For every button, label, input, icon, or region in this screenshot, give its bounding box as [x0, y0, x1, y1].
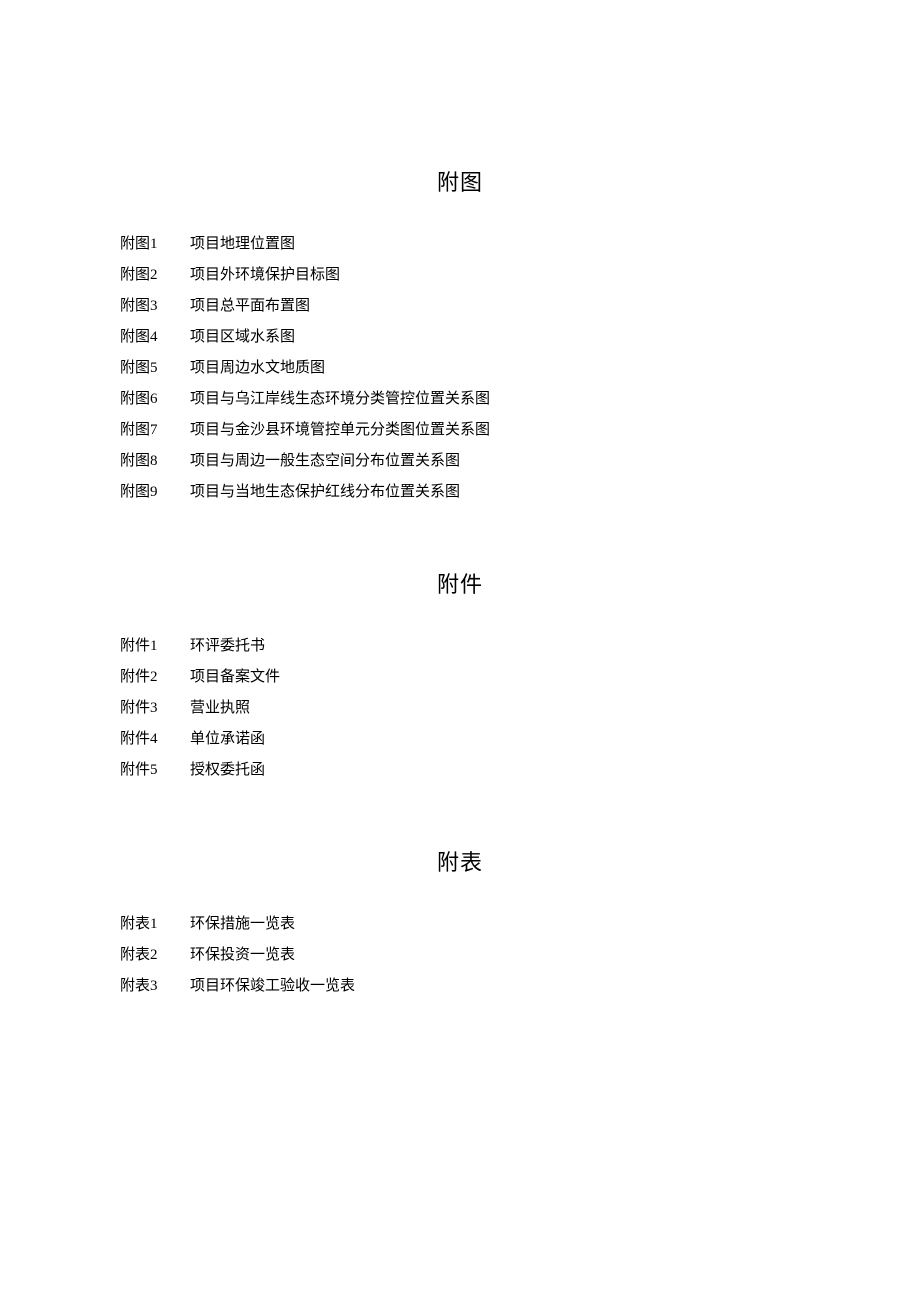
list-item: 附图7 项目与金沙县环境管控单元分类图位置关系图	[120, 415, 800, 445]
list-item: 附图9 项目与当地生态保护红线分布位置关系图	[120, 477, 800, 507]
item-label: 附图6	[120, 384, 190, 414]
item-description: 项目环保竣工验收一览表	[190, 971, 800, 1001]
item-description: 营业执照	[190, 693, 800, 723]
item-label: 附图2	[120, 260, 190, 290]
list-item: 附表1 环保措施一览表	[120, 909, 800, 939]
list-item: 附图3 项目总平面布置图	[120, 291, 800, 321]
list-item: 附图1 项目地理位置图	[120, 229, 800, 259]
item-description: 环保措施一览表	[190, 909, 800, 939]
item-description: 项目区域水系图	[190, 322, 800, 352]
attachments-list: 附件1 环评委托书 附件2 项目备案文件 附件3 营业执照 附件4 单位承诺函 …	[120, 631, 800, 785]
document-page: 附图 附图1 项目地理位置图 附图2 项目外环境保护目标图 附图3 项目总平面布…	[0, 0, 920, 1001]
item-label: 附图9	[120, 477, 190, 507]
item-label: 附件5	[120, 755, 190, 785]
list-item: 附图2 项目外环境保护目标图	[120, 260, 800, 290]
item-description: 环保投资一览表	[190, 940, 800, 970]
list-item: 附件1 环评委托书	[120, 631, 800, 661]
figures-list: 附图1 项目地理位置图 附图2 项目外环境保护目标图 附图3 项目总平面布置图 …	[120, 229, 800, 507]
section-tables: 附表 附表1 环保措施一览表 附表2 环保投资一览表 附表3 项目环保竣工验收一…	[120, 845, 800, 1001]
list-item: 附件4 单位承诺函	[120, 724, 800, 754]
list-item: 附图6 项目与乌江岸线生态环境分类管控位置关系图	[120, 384, 800, 414]
list-item: 附图5 项目周边水文地质图	[120, 353, 800, 383]
item-description: 项目备案文件	[190, 662, 800, 692]
list-item: 附件3 营业执照	[120, 693, 800, 723]
item-description: 项目与金沙县环境管控单元分类图位置关系图	[190, 415, 800, 445]
item-label: 附件4	[120, 724, 190, 754]
item-description: 项目总平面布置图	[190, 291, 800, 321]
item-label: 附表3	[120, 971, 190, 1001]
item-label: 附图3	[120, 291, 190, 321]
section-title-figures: 附图	[120, 165, 800, 197]
section-title-tables: 附表	[120, 845, 800, 877]
list-item: 附表2 环保投资一览表	[120, 940, 800, 970]
item-label: 附表2	[120, 940, 190, 970]
item-description: 项目地理位置图	[190, 229, 800, 259]
list-item: 附图4 项目区域水系图	[120, 322, 800, 352]
item-description: 单位承诺函	[190, 724, 800, 754]
item-description: 项目与当地生态保护红线分布位置关系图	[190, 477, 800, 507]
tables-list: 附表1 环保措施一览表 附表2 环保投资一览表 附表3 项目环保竣工验收一览表	[120, 909, 800, 1001]
item-label: 附图7	[120, 415, 190, 445]
item-label: 附件2	[120, 662, 190, 692]
item-label: 附件1	[120, 631, 190, 661]
item-label: 附图4	[120, 322, 190, 352]
item-description: 项目与周边一般生态空间分布位置关系图	[190, 446, 800, 476]
item-label: 附件3	[120, 693, 190, 723]
list-item: 附表3 项目环保竣工验收一览表	[120, 971, 800, 1001]
item-label: 附表1	[120, 909, 190, 939]
list-item: 附件5 授权委托函	[120, 755, 800, 785]
list-item: 附图8 项目与周边一般生态空间分布位置关系图	[120, 446, 800, 476]
section-figures: 附图 附图1 项目地理位置图 附图2 项目外环境保护目标图 附图3 项目总平面布…	[120, 165, 800, 507]
item-description: 环评委托书	[190, 631, 800, 661]
item-label: 附图1	[120, 229, 190, 259]
item-description: 项目外环境保护目标图	[190, 260, 800, 290]
section-title-attachments: 附件	[120, 567, 800, 599]
item-label: 附图8	[120, 446, 190, 476]
item-description: 项目与乌江岸线生态环境分类管控位置关系图	[190, 384, 800, 414]
section-attachments: 附件 附件1 环评委托书 附件2 项目备案文件 附件3 营业执照 附件4 单位承…	[120, 567, 800, 785]
item-label: 附图5	[120, 353, 190, 383]
list-item: 附件2 项目备案文件	[120, 662, 800, 692]
item-description: 授权委托函	[190, 755, 800, 785]
item-description: 项目周边水文地质图	[190, 353, 800, 383]
